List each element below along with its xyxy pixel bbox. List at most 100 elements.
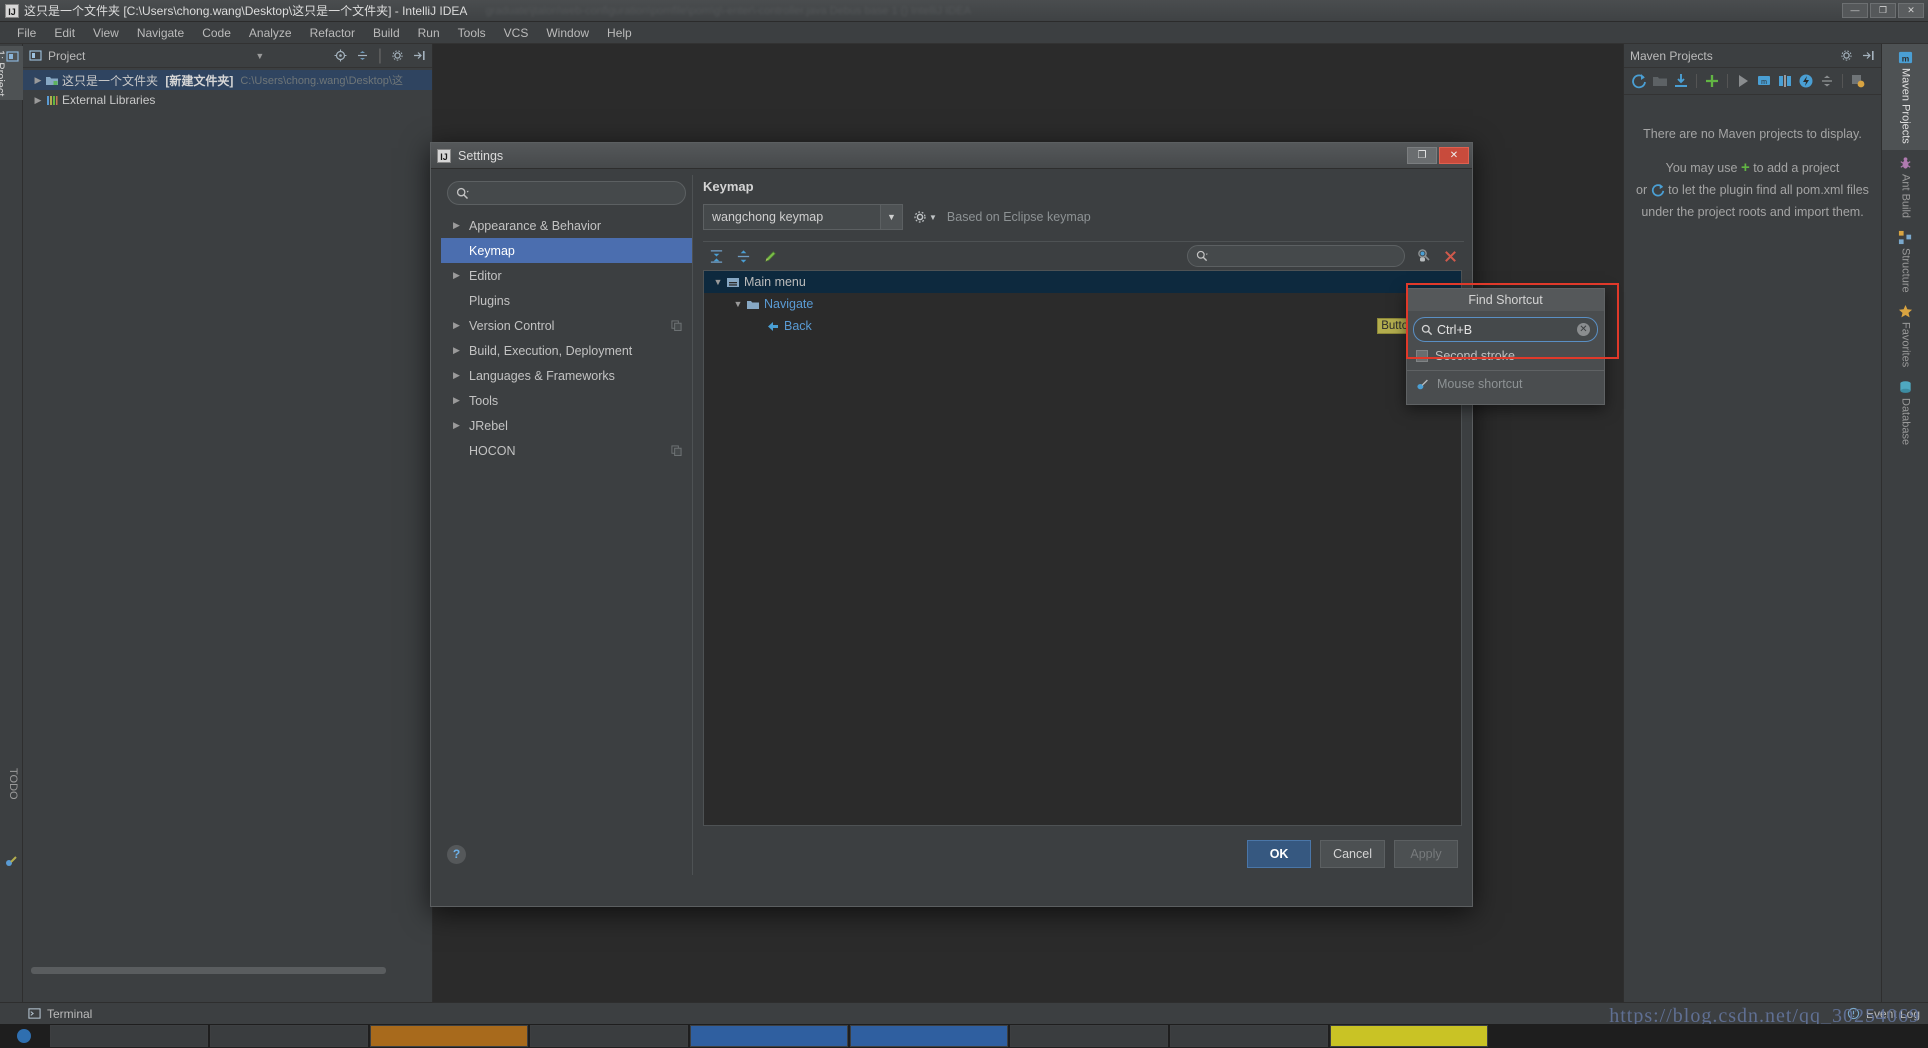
taskbar-item[interactable] [210,1025,368,1047]
menu-tools[interactable]: Tools [449,24,495,42]
generate-sources-icon[interactable] [1651,72,1669,90]
taskbar-item[interactable] [850,1025,1008,1047]
taskbar-item[interactable] [1170,1025,1328,1047]
toggle-skip-tests-icon[interactable] [1797,72,1815,90]
taskbar-start-button[interactable] [0,1025,48,1047]
expand-arrow-icon[interactable]: ▶ [31,75,45,86]
chevron-down-icon[interactable]: ▼ [255,51,264,61]
locate-icon[interactable] [334,49,347,62]
menu-navigate[interactable]: Navigate [128,24,193,42]
keymap-tree-row-back[interactable]: Back Button4 Click [704,315,1461,337]
download-sources-icon[interactable] [1672,72,1690,90]
settings-category-version-control[interactable]: ▶ Version Control [441,313,692,338]
menu-refactor[interactable]: Refactor [301,24,364,42]
menu-analyze[interactable]: Analyze [240,24,301,42]
menu-run[interactable]: Run [409,24,449,42]
chevron-down-icon[interactable]: ▼ [929,213,937,222]
taskbar-item[interactable] [50,1025,208,1047]
expand-arrow-icon[interactable]: ▶ [453,320,469,331]
keymap-tree-row-main-menu[interactable]: ▼ Main menu [704,271,1461,293]
sidebar-tab-structure[interactable]: Structure [1882,224,1928,299]
maven-settings-icon[interactable] [1849,72,1867,90]
hide-icon[interactable] [1862,49,1875,62]
add-icon[interactable] [1703,72,1721,90]
copy-settings-icon[interactable] [671,320,682,331]
collapse-all-icon[interactable] [356,49,369,62]
settings-category-appearance-behavior[interactable]: ▶ Appearance & Behavior [441,213,692,238]
close-button[interactable]: ✕ [1898,3,1924,18]
settings-category-languages-frameworks[interactable]: ▶ Languages & Frameworks [441,363,692,388]
collapse-all-icon[interactable] [1818,72,1836,90]
toggle-offline-icon[interactable] [1776,72,1794,90]
second-stroke-checkbox[interactable] [1416,350,1428,362]
settings-category-jrebel[interactable]: ▶ JRebel [441,413,692,438]
second-stroke-row[interactable]: Second stroke [1407,342,1604,363]
sidebar-tab-todo[interactable]: TODO [0,764,23,804]
clear-filter-icon[interactable] [1443,249,1458,264]
expand-arrow-icon[interactable]: ▶ [453,270,469,281]
maximize-button[interactable]: ❐ [1870,3,1896,18]
settings-search-input[interactable] [474,186,677,200]
menu-help[interactable]: Help [598,24,641,42]
keymap-select[interactable]: wangchong keymap ▼ [703,204,903,230]
collapse-all-icon[interactable] [736,249,751,264]
expand-arrow-icon[interactable]: ▶ [453,345,469,356]
hide-icon[interactable] [413,49,426,62]
sidebar-tab-favorites[interactable]: Favorites [1882,298,1928,373]
find-shortcut-input[interactable]: Ctrl+B ✕ [1413,317,1598,342]
menu-edit[interactable]: Edit [45,24,84,42]
expand-all-icon[interactable] [709,249,724,264]
taskbar-item[interactable] [1010,1025,1168,1047]
project-tree-row-external-libraries[interactable]: ▶ External Libraries [23,90,432,110]
project-panel-scrollbar[interactable] [31,967,386,974]
expand-arrow-icon[interactable]: ▶ [453,370,469,381]
menu-build[interactable]: Build [364,24,409,42]
menu-code[interactable]: Code [193,24,240,42]
dialog-close-button[interactable]: ✕ [1439,147,1469,164]
settings-category-keymap[interactable]: Keymap [441,238,692,263]
settings-category-build-execution-deployment[interactable]: ▶ Build, Execution, Deployment [441,338,692,363]
dialog-maximize-button[interactable]: ❐ [1407,147,1437,164]
edit-shortcut-icon[interactable] [763,249,778,264]
sidebar-tab-project[interactable]: 1: Project [0,46,23,101]
settings-category-editor[interactable]: ▶ Editor [441,263,692,288]
copy-settings-icon[interactable] [671,445,682,456]
reimport-icon[interactable] [1630,72,1648,90]
menu-vcs[interactable]: VCS [495,24,538,42]
cancel-button[interactable]: Cancel [1320,840,1385,868]
run-icon[interactable] [1734,72,1752,90]
mouse-shortcut-row[interactable]: Mouse shortcut [1407,371,1604,391]
help-button[interactable]: ? [447,844,466,864]
menu-window[interactable]: Window [537,24,598,42]
keymap-gear-button[interactable]: ▼ [913,210,937,224]
taskbar-item[interactable] [370,1025,528,1047]
sidebar-tab-maven-projects[interactable]: m Maven Projects [1882,44,1928,150]
keymap-tree-row-navigate[interactable]: ▼ Navigate [704,293,1461,315]
minimize-button[interactable]: — [1842,3,1868,18]
expand-arrow-icon[interactable]: ▶ [31,95,45,106]
settings-category-hocon[interactable]: HOCON [441,438,692,463]
gear-icon[interactable] [1840,49,1853,62]
clear-icon[interactable]: ✕ [1577,323,1590,336]
keymap-filter-search[interactable] [1187,245,1405,267]
settings-search-box[interactable] [447,181,686,205]
taskbar-item[interactable] [530,1025,688,1047]
keymap-actions-tree[interactable]: ▼ Main menu ▼ Navigate Back Button4 [703,270,1462,826]
settings-category-tools[interactable]: ▶ Tools [441,388,692,413]
gear-icon[interactable] [391,49,404,62]
expand-arrow-icon[interactable]: ▶ [453,220,469,231]
execute-goal-icon[interactable]: m [1755,72,1773,90]
expand-arrow-icon[interactable]: ▶ [453,395,469,406]
taskbar-item[interactable] [690,1025,848,1047]
chevron-down-icon[interactable]: ▼ [880,205,902,229]
taskbar-item[interactable] [1330,1025,1488,1047]
sidebar-tab-database[interactable]: Database [1882,374,1928,451]
settings-category-plugins[interactable]: Plugins [441,288,692,313]
ok-button[interactable]: OK [1247,840,1312,868]
menu-view[interactable]: View [84,24,128,42]
menu-file[interactable]: File [8,24,45,42]
collapse-arrow-icon[interactable]: ▼ [730,299,746,309]
expand-arrow-icon[interactable]: ▶ [453,420,469,431]
status-terminal-button[interactable]: Terminal [28,1007,92,1021]
find-by-shortcut-icon[interactable] [1416,248,1432,264]
